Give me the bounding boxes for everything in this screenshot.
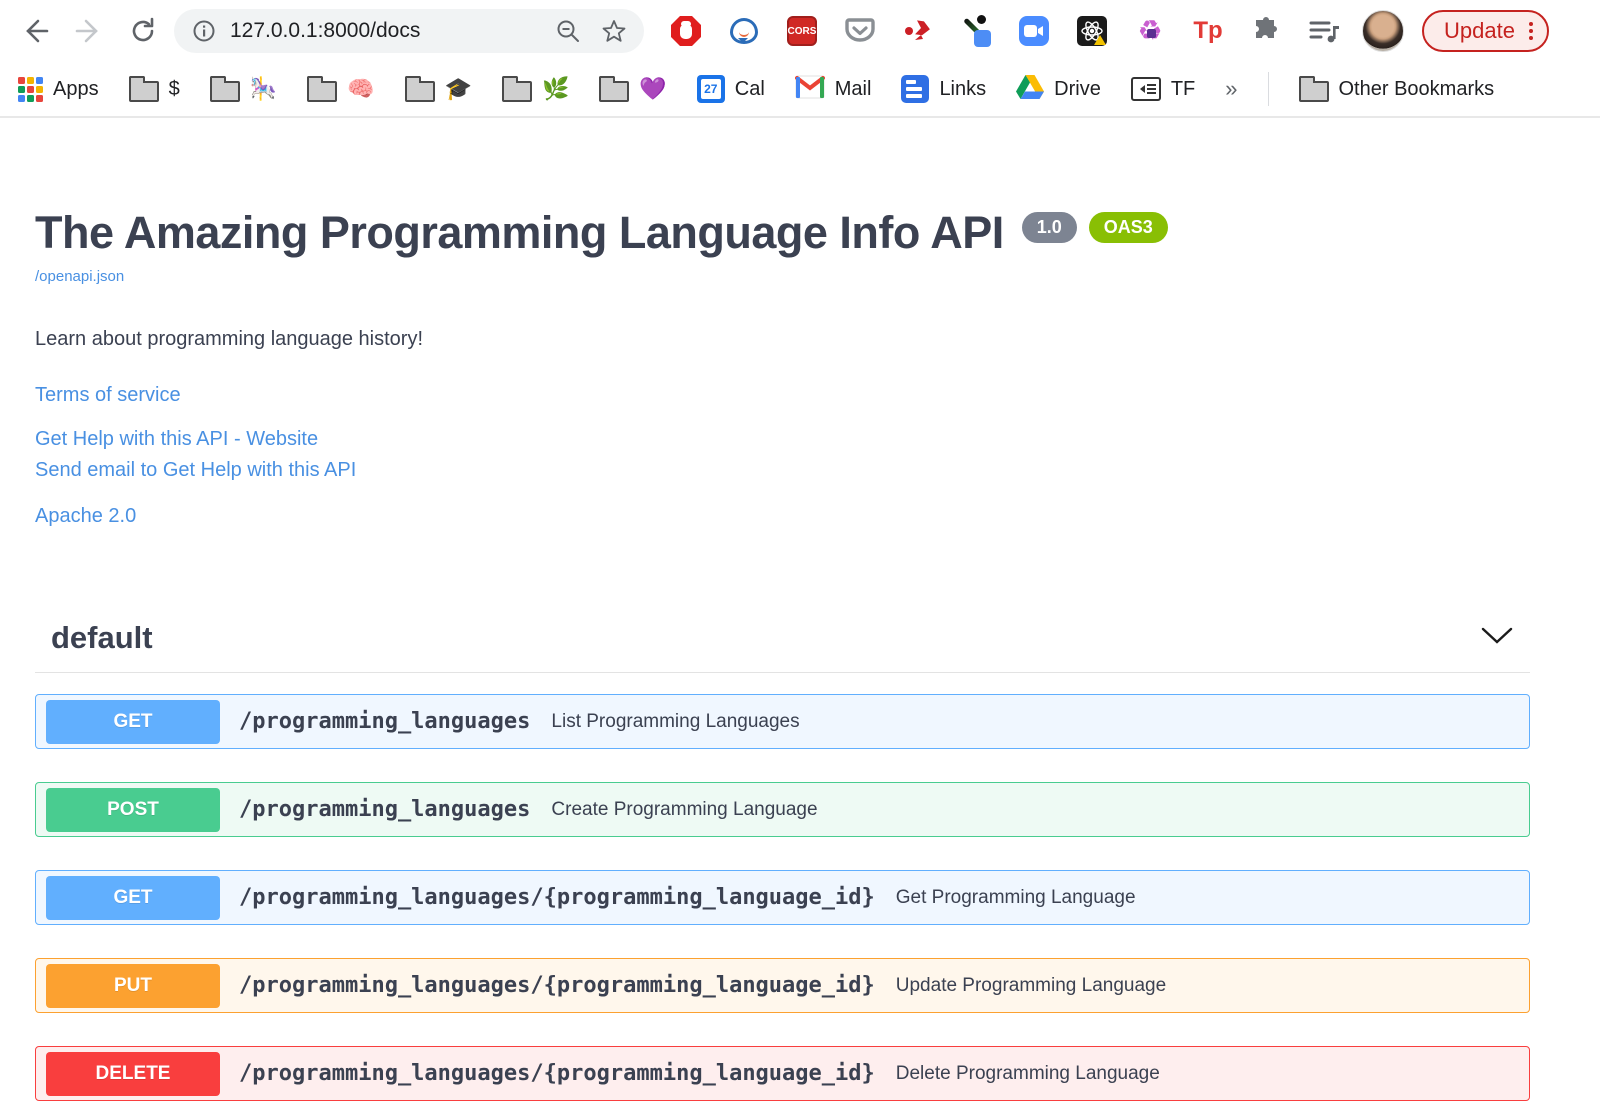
bookmark-calendar[interactable]: 27 Cal [696, 75, 765, 103]
bookmark-star-icon[interactable] [600, 17, 628, 45]
other-bookmarks[interactable]: Other Bookmarks [1298, 76, 1494, 102]
bookmarks-divider [1267, 72, 1269, 106]
bookmark-folder-purple-heart[interactable]: 💜 [599, 76, 667, 102]
bookmark-mail[interactable]: Mail [794, 75, 871, 104]
folder-icon [307, 76, 338, 102]
oas3-badge: OAS3 [1088, 212, 1168, 243]
bookmark-folder-herb[interactable]: 🌿 [501, 76, 569, 102]
operation-delete[interactable]: DELETE /programming_languages/{programmi… [35, 1046, 1530, 1101]
links-list-icon [901, 75, 930, 103]
profile-avatar[interactable] [1362, 10, 1404, 52]
bookmark-apps[interactable]: Apps [18, 76, 99, 102]
folder-icon [128, 76, 159, 102]
back-button-icon[interactable] [20, 16, 50, 46]
operation-path: /programming_languages/{programming_lang… [239, 885, 875, 910]
zoom-camera-extension-icon[interactable] [1018, 15, 1050, 47]
tp-extension-icon[interactable]: Tp [1192, 15, 1224, 47]
bookmark-folder-graduation[interactable]: 🎓 [404, 76, 472, 102]
operation-path: /programming_languages [239, 797, 531, 822]
red-arrow-extension-icon[interactable] [902, 15, 934, 47]
bookmark-folder-dollar[interactable]: $ [128, 76, 180, 102]
operation-path: /programming_languages/{programming_lang… [239, 973, 875, 998]
folder-icon [209, 76, 240, 102]
method-badge: GET [46, 699, 220, 744]
chevron-down-icon[interactable] [1480, 626, 1514, 651]
operations-list: GET /programming_languages List Programm… [35, 694, 1530, 1101]
operation-put-update[interactable]: PUT /programming_languages/{programming_… [35, 958, 1530, 1013]
license-link[interactable]: Apache 2.0 [35, 505, 1530, 528]
adblock-extension-icon[interactable] [670, 15, 702, 47]
api-title-row: The Amazing Programming Language Info AP… [35, 206, 1530, 260]
color-picker-extension-icon[interactable] [960, 15, 992, 47]
folder-icon [599, 76, 630, 102]
bookmark-folder-brain[interactable]: 🧠 [307, 76, 375, 102]
folder-icon [501, 76, 532, 102]
bookmark-tf[interactable]: TF [1130, 77, 1195, 101]
bookmarks-bar: Apps $ 🎠 🧠 🎓 🌿 💜 27 Cal Mail Links Drive… [0, 62, 1600, 118]
section-title: default [51, 620, 153, 655]
openapi-json-link[interactable]: /openapi.json [35, 268, 124, 285]
method-badge: DELETE [46, 1051, 220, 1096]
bookmark-links[interactable]: Links [901, 75, 986, 103]
swagger-ui-page: The Amazing Programming Language Info AP… [0, 206, 1600, 1101]
chrome-update-button[interactable]: Update [1422, 10, 1549, 52]
site-info-icon[interactable] [190, 17, 218, 45]
google-drive-icon [1016, 74, 1045, 105]
recycle-extension-icon[interactable]: ♻ [1134, 15, 1166, 47]
extension-icons: CORS ♻ Tp [670, 15, 1340, 47]
react-devtools-extension-icon[interactable] [1076, 15, 1108, 47]
google-calendar-icon: 27 [696, 75, 725, 103]
method-badge: PUT [46, 963, 220, 1008]
url-text[interactable]: 127.0.0.1:8000/docs [230, 19, 546, 43]
browser-toolbar: 127.0.0.1:8000/docs CORS Tp Update [0, 0, 1600, 62]
bookmarks-overflow-chevron[interactable]: » [1225, 76, 1237, 102]
help-website-link[interactable]: Get Help with this API - Website [35, 428, 1530, 451]
api-description: Learn about programming language history… [35, 328, 424, 350]
zoom-out-icon[interactable] [554, 17, 582, 45]
bookmark-drive[interactable]: Drive [1016, 74, 1101, 105]
gmail-icon [794, 75, 825, 104]
operation-path: /programming_languages/{programming_lang… [239, 1061, 875, 1086]
operation-summary: Update Programming Language [895, 974, 1167, 996]
version-badge: 1.0 [1021, 212, 1077, 243]
method-badge: GET [46, 875, 220, 920]
bookmark-folder-carousel[interactable]: 🎠 [209, 76, 277, 102]
section-header-default[interactable]: default [35, 620, 1530, 673]
playlist-queue-icon[interactable] [1308, 15, 1340, 47]
apps-grid-icon [18, 76, 43, 102]
terms-of-service-link[interactable]: Terms of service [35, 384, 1530, 407]
operation-summary: Delete Programming Language [895, 1062, 1160, 1084]
forward-button-icon[interactable] [74, 16, 104, 46]
help-email-link[interactable]: Send email to Get Help with this API [35, 459, 1530, 482]
address-bar[interactable]: 127.0.0.1:8000/docs [174, 9, 644, 53]
folder-icon [1298, 76, 1329, 102]
method-badge: POST [46, 787, 220, 832]
operation-summary: Get Programming Language [895, 886, 1136, 908]
pocket-extension-icon[interactable] [844, 15, 876, 47]
kebab-menu-icon[interactable] [1528, 22, 1533, 40]
operation-summary: List Programming Languages [551, 710, 800, 732]
operation-path: /programming_languages [239, 709, 531, 734]
cors-extension-icon[interactable]: CORS [786, 15, 818, 47]
chat-bubble-extension-icon[interactable] [728, 15, 760, 47]
operation-get-one[interactable]: GET /programming_languages/{programming_… [35, 870, 1530, 925]
operation-get-list[interactable]: GET /programming_languages List Programm… [35, 694, 1530, 749]
nav-buttons [20, 16, 158, 46]
folder-icon [404, 76, 435, 102]
page-title: The Amazing Programming Language Info AP… [35, 207, 1004, 258]
operation-post-create[interactable]: POST /programming_languages Create Progr… [35, 782, 1530, 837]
reload-button-icon[interactable] [128, 16, 158, 46]
operation-summary: Create Programming Language [551, 798, 818, 820]
puzzle-extensions-menu-icon[interactable] [1250, 15, 1282, 47]
tf-favicon [1130, 77, 1161, 101]
